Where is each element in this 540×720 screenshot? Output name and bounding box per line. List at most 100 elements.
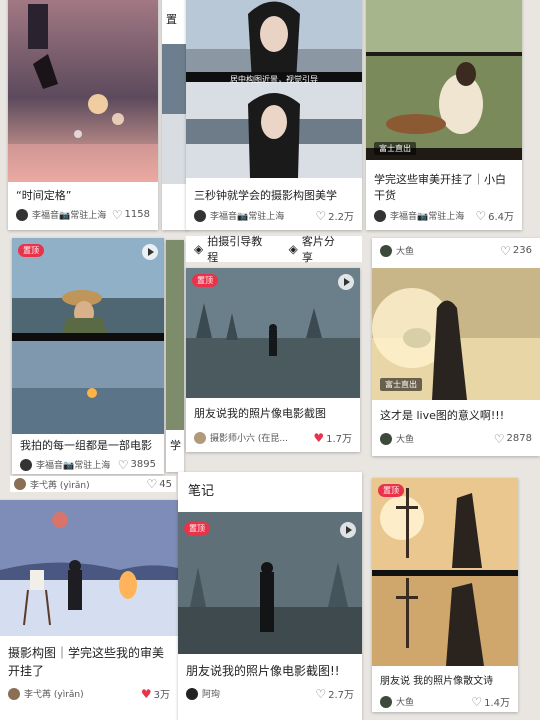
section-heading: 笔记 xyxy=(188,484,215,499)
like-button[interactable]: ♡ 2.7万 xyxy=(315,686,354,702)
card-title: 置 xyxy=(166,13,177,26)
like-button[interactable]: ♡ 1.4万 xyxy=(471,694,510,710)
pinned-badge: 置顶 xyxy=(184,522,210,535)
heart-icon: ♥ xyxy=(140,686,152,701)
like-count: 1158 xyxy=(124,209,150,220)
tab-label: 拍摄引导教程 xyxy=(207,235,263,264)
like-button[interactable]: ♡ 3895 xyxy=(117,458,156,471)
play-icon xyxy=(340,522,356,538)
heart-icon: ♡ xyxy=(315,686,327,701)
avatar xyxy=(380,695,392,708)
avatar xyxy=(16,208,28,221)
avatar xyxy=(20,458,32,471)
pinned-badge: 置顶 xyxy=(378,484,404,497)
note-card-composition-2[interactable]: 摄影构图｜学完这些我的审美开挂了 李弋苒 (yìrǎn) ♥ 3万 xyxy=(0,500,178,720)
card-meta: 李弋苒 (yìrǎn) ♥ 3万 xyxy=(8,686,170,701)
card-title: 学 xyxy=(170,439,181,452)
note-card-live-photo[interactable]: 大鱼 ♡ 236 富士直出 这才是 live图的意义啊!!! 大鱼 ♡ 2878 xyxy=(372,238,540,456)
like-count: 1.7万 xyxy=(326,434,352,445)
like-button[interactable]: ♡ 2878 xyxy=(494,433,532,445)
author-name: 李弋苒 (yìrǎn) xyxy=(30,480,90,491)
card-meta: 李福音📷常驻上海 ♡ 2.2万 xyxy=(194,208,354,223)
like-count: 2.2万 xyxy=(328,212,354,223)
note-card-composition[interactable]: 居中构图近景，视觉引导 三秒钟就学会的摄影构图美学 李福音📷常驻上海 ♡ 2.2万 xyxy=(186,0,362,230)
like-count: 1.4万 xyxy=(484,698,510,709)
heart-icon: ♡ xyxy=(475,208,487,223)
heart-icon: ♡ xyxy=(146,477,158,491)
heart-icon: ♥ xyxy=(313,430,325,445)
like-button[interactable]: ♥ 1.7万 xyxy=(313,430,352,446)
card-title: “时间定格” xyxy=(16,189,72,202)
like-count: 2.7万 xyxy=(328,690,354,701)
note-card-partial-left[interactable]: 学 xyxy=(166,240,184,472)
tab-label: 客片分享 xyxy=(301,235,335,264)
like-button[interactable]: ♡ 1158 xyxy=(112,209,150,221)
note-card-film-story[interactable]: 置顶 我拍的每一组都是一部电影 李福音📷常驻上海 ♡ 3895 xyxy=(12,238,164,474)
like-count: 236 xyxy=(512,245,532,256)
heart-icon: ♡ xyxy=(315,208,327,223)
album-tab-bar: ◈ 拍摄引导教程 ◈ 客片分享 xyxy=(186,233,362,265)
tab-shooting-guide[interactable]: ◈ 拍摄引导教程 xyxy=(194,233,271,265)
avatar xyxy=(380,432,392,445)
like-button[interactable]: ♥ 3万 xyxy=(140,686,170,702)
avatar xyxy=(380,244,392,257)
card-image xyxy=(166,240,184,430)
tab-client-share[interactable]: ◈ 客片分享 xyxy=(289,233,344,265)
note-card-partial[interactable]: 置 xyxy=(162,0,188,230)
like-count: 45 xyxy=(159,478,172,490)
card-meta: 大鱼 ♡ 1.4万 xyxy=(380,694,510,709)
author-name: 阿珣 xyxy=(202,690,221,700)
card-title: 朋友说我的照片像电影截图!! xyxy=(186,664,340,678)
author-name: 李福音📷常驻上海 xyxy=(32,211,107,221)
card-meta: 李福音📷常驻上海 ♡ 1158 xyxy=(16,208,150,221)
author-name: 大鱼 xyxy=(396,435,415,445)
avatar xyxy=(186,687,198,700)
note-card-aesthetics[interactable]: 富士直出 学完这些审美开挂了｜小白干货 李福音📷常驻上海 ♡ 6.4万 xyxy=(366,0,522,230)
card-title: 摄影构图｜学完这些我的审美开挂了 xyxy=(8,646,165,678)
note-card-prose-poem[interactable]: 置顶 朋友说 我的照片像散文诗 大鱼 ♡ 1.4万 xyxy=(372,478,518,712)
author-name: 李福音📷常驻上海 xyxy=(36,461,111,471)
card-meta: 李福音📷常驻上海 ♡ 3895 xyxy=(20,458,156,471)
note-card-time-freeze[interactable]: “时间定格” 李福音📷常驻上海 ♡ 1158 xyxy=(8,0,158,230)
avatar xyxy=(194,431,206,444)
card-title: 朋友说 我的照片像散文诗 xyxy=(380,676,494,687)
card-meta-strip: 李弋苒 (yìrǎn) ♡ 45 xyxy=(10,476,176,492)
author-name: 李福音📷常驻上海 xyxy=(210,212,285,222)
author-name: 李福音📷常驻上海 xyxy=(390,212,465,222)
author-name: 大鱼 xyxy=(396,247,415,257)
like-button[interactable]: ♡ 6.4万 xyxy=(475,208,514,224)
avatar xyxy=(194,209,206,222)
heart-icon: ♡ xyxy=(500,244,511,257)
like-count: 6.4万 xyxy=(488,212,514,223)
card-image xyxy=(8,0,158,182)
play-icon xyxy=(142,244,158,260)
like-count: 2878 xyxy=(506,433,532,444)
note-card-movie-still-2[interactable]: 笔记 置顶 朋友说我的照片像电影截图!! 阿珣 ♡ 2.7万 xyxy=(178,472,362,720)
author-name: 李弋苒 (yìrǎn) xyxy=(24,690,84,700)
layers-icon: ◈ xyxy=(194,242,204,256)
pinned-badge: 置顶 xyxy=(192,274,218,287)
card-image xyxy=(372,478,518,666)
card-meta: 李福音📷常驻上海 ♡ 6.4万 xyxy=(374,208,514,223)
card-image xyxy=(0,500,178,636)
card-meta: 大鱼 ♡ 2878 xyxy=(380,432,532,445)
play-icon xyxy=(338,274,354,290)
card-image xyxy=(186,268,360,398)
avatar xyxy=(8,687,20,700)
like-button[interactable]: ♡ 236 xyxy=(500,244,532,257)
author-name: 大鱼 xyxy=(396,698,415,708)
like-button[interactable]: ♡ 2.2万 xyxy=(315,208,354,224)
card-title: 这才是 live图的意义啊!!! xyxy=(380,409,505,422)
card-title: 我拍的每一组都是一部电影 xyxy=(20,439,152,452)
author-name: 摄影师小六 (在昆... xyxy=(210,434,288,444)
note-card-movie-still[interactable]: 置顶 朋友说我的照片像电影截图 摄影师小六 (在昆... ♥ 1.7万 xyxy=(186,268,360,452)
like-button[interactable]: ♡ 45 xyxy=(146,477,173,491)
camera-badge: 富士直出 xyxy=(380,378,422,391)
card-title: 三秒钟就学会的摄影构图美学 xyxy=(194,189,337,202)
like-count: 3万 xyxy=(153,690,170,701)
like-count: 3895 xyxy=(130,459,156,470)
layers-icon: ◈ xyxy=(288,242,298,256)
card-image xyxy=(162,44,188,184)
card-image xyxy=(186,0,362,178)
heart-icon: ♡ xyxy=(117,458,129,471)
